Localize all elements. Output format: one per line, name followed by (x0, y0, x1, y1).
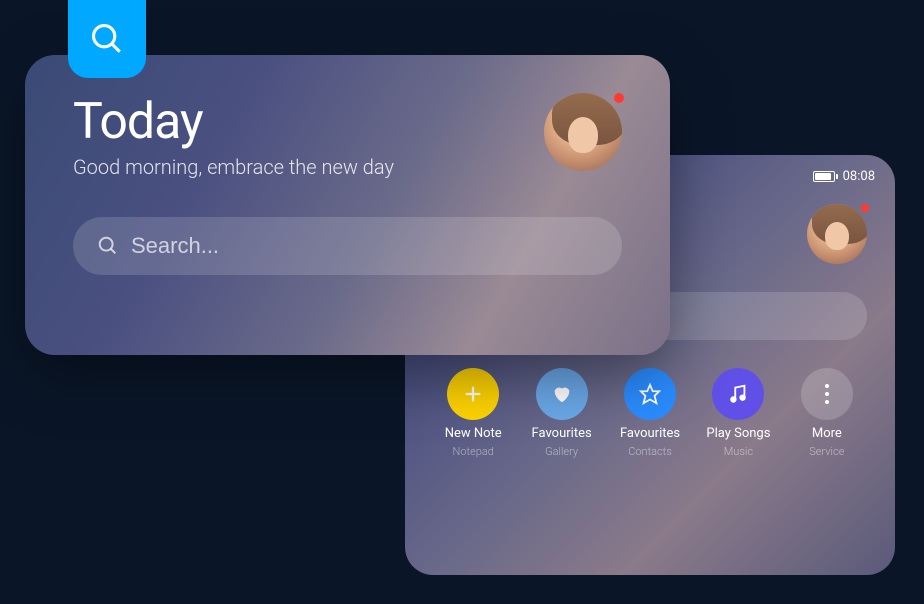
shortcut-title: New Note (445, 426, 502, 441)
shortcut-sub: Gallery (545, 445, 578, 458)
avatar-button[interactable] (544, 93, 622, 171)
greeting-text: Good morning, embrace the new day (73, 155, 394, 179)
avatar (544, 93, 622, 171)
shortcut-sub: Contacts (628, 445, 672, 458)
shortcut-new-note[interactable]: New Note Notepad (433, 368, 513, 458)
shortcuts-row: New Note Notepad Favourites Gallery Favo… (405, 340, 895, 458)
status-time: 08:08 (843, 169, 875, 184)
shortcut-title: Favourites (620, 426, 680, 441)
today-card-front: Today Good morning, embrace the new day (25, 55, 670, 355)
shortcut-title: Play Songs (706, 426, 770, 441)
page-title: Today (73, 93, 394, 151)
search-icon (97, 235, 119, 257)
search-input[interactable] (131, 233, 598, 259)
shortcut-sub: Service (809, 445, 844, 458)
battery-icon (813, 171, 835, 182)
avatar-button[interactable] (807, 204, 867, 264)
shortcut-title: Favourites (532, 426, 592, 441)
shortcut-sub: Music (724, 445, 753, 458)
notification-dot-icon (861, 204, 869, 212)
music-icon (712, 368, 764, 420)
shortcut-play-songs[interactable]: Play Songs Music (698, 368, 778, 458)
shortcut-favourites-gallery[interactable]: Favourites Gallery (521, 368, 601, 458)
notification-dot-icon (614, 93, 624, 103)
search-bar[interactable] (73, 217, 622, 275)
heart-icon (536, 368, 588, 420)
shortcut-favourites-contacts[interactable]: Favourites Contacts (610, 368, 690, 458)
more-icon (801, 368, 853, 420)
search-icon (90, 22, 124, 56)
star-icon (624, 368, 676, 420)
avatar (807, 204, 867, 264)
shortcut-sub: Notepad (453, 445, 494, 458)
plus-icon (447, 368, 499, 420)
shortcut-more[interactable]: More Service (787, 368, 867, 458)
search-tab-button[interactable] (68, 0, 146, 78)
shortcut-title: More (812, 426, 842, 441)
